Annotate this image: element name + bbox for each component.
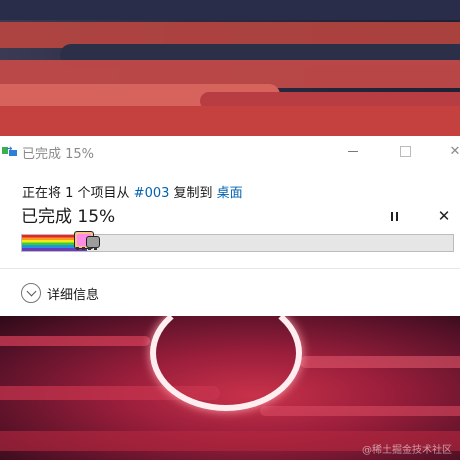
- watermark: @稀土掘金技术社区: [362, 445, 452, 456]
- copy-status-middle: 复制到: [169, 186, 217, 201]
- copy-status-line: 正在将 1 个项目从 #003 复制到 桌面: [22, 182, 243, 201]
- wallpaper-top: [0, 0, 460, 136]
- details-toggle-button[interactable]: 详细信息: [21, 282, 99, 304]
- window-title: 已完成 15%: [22, 147, 95, 162]
- minimize-button[interactable]: [330, 136, 376, 166]
- pause-icon: [389, 211, 399, 221]
- maximize-button[interactable]: [382, 136, 428, 166]
- cancel-button[interactable]: ✕: [434, 206, 454, 226]
- chevron-down-icon: [21, 283, 41, 303]
- progress-percent-label: 已完成 15%: [21, 207, 116, 227]
- cancel-icon: ✕: [437, 207, 451, 225]
- destination-folder-link[interactable]: 桌面: [217, 186, 243, 201]
- nyan-cat-icon: [74, 230, 100, 252]
- source-folder-link[interactable]: #003: [134, 186, 170, 201]
- title-bar[interactable]: ➜ 已完成 15% ✕: [0, 136, 460, 166]
- details-label: 详细信息: [47, 287, 100, 303]
- divider: [0, 268, 460, 269]
- pause-button[interactable]: [384, 206, 404, 226]
- file-copy-icon: ➜: [2, 145, 18, 157]
- copy-progress-dialog: ➜ 已完成 15% ✕ 正在将 1 个项目从 #003 复制到 桌面 已完成 1…: [0, 136, 460, 316]
- close-icon: ✕: [449, 143, 460, 159]
- close-button[interactable]: ✕: [432, 136, 460, 166]
- copy-status-prefix: 正在将 1 个项目从: [22, 186, 134, 201]
